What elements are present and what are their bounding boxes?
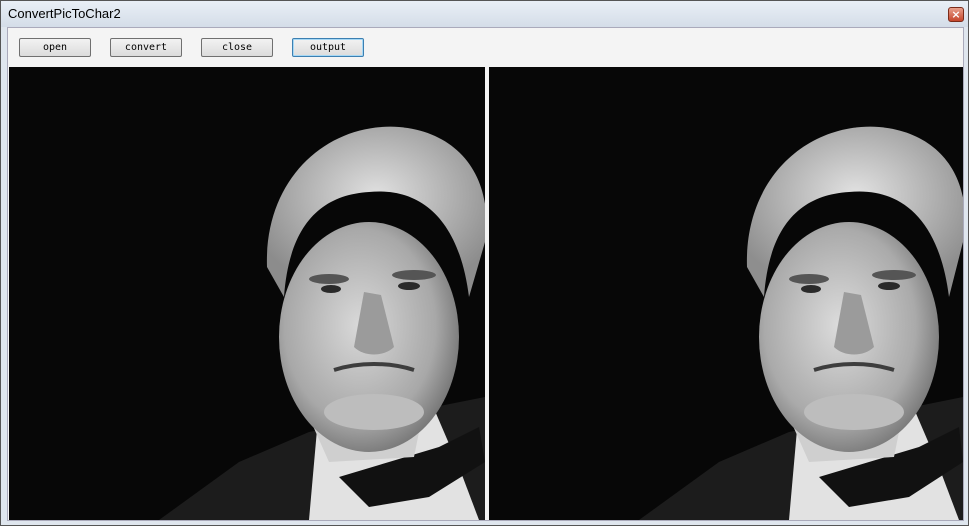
open-button[interactable]: open bbox=[19, 38, 91, 57]
window-title: ConvertPicToChar2 bbox=[8, 6, 121, 21]
close-button[interactable]: close bbox=[201, 38, 273, 57]
convert-button[interactable]: convert bbox=[110, 38, 182, 57]
toolbar: open convert close output bbox=[8, 28, 963, 65]
app-window: ConvertPicToChar2 × open convert close o… bbox=[0, 0, 969, 526]
source-portrait-image bbox=[9, 67, 485, 520]
client-area: open convert close output bbox=[7, 27, 964, 521]
converted-image-pane bbox=[489, 67, 963, 520]
converted-portrait-image bbox=[489, 67, 963, 520]
output-button[interactable]: output bbox=[292, 38, 364, 57]
source-image-pane bbox=[9, 67, 485, 520]
title-bar[interactable]: ConvertPicToChar2 × bbox=[1, 1, 968, 27]
window-close-button[interactable]: × bbox=[948, 7, 964, 22]
